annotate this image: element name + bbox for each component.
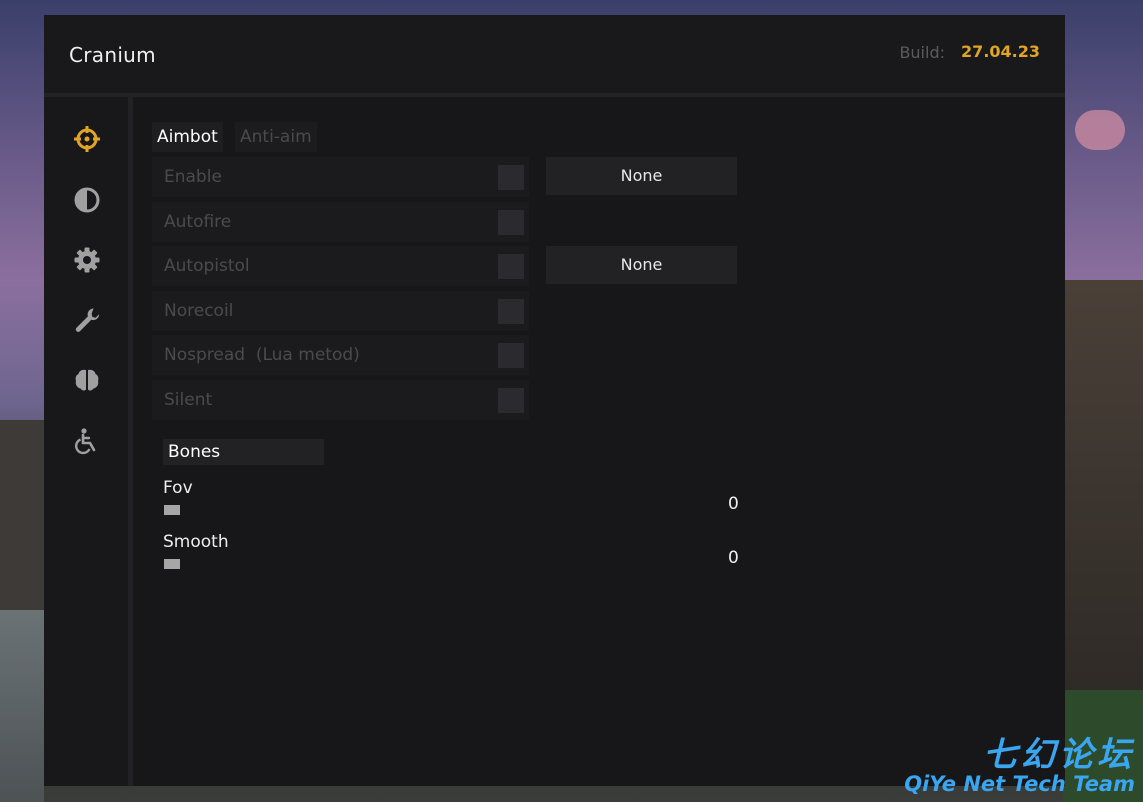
fov-slider[interactable]: [164, 505, 724, 515]
build-version: 27.04.23: [961, 42, 1040, 61]
sidebar-item-settings[interactable]: [72, 245, 102, 275]
tab-anti-aim[interactable]: Anti-aim: [235, 122, 317, 152]
bones-button[interactable]: Bones: [163, 439, 324, 465]
smooth-slider[interactable]: [164, 559, 724, 569]
gear-icon: [74, 247, 100, 273]
autofire-checkbox[interactable]: [498, 210, 524, 235]
aimbot-panel: Aimbot Anti-aim Enable Autofire Autopist…: [152, 122, 1065, 786]
tab-aimbot[interactable]: Aimbot: [152, 122, 223, 152]
accessibility-icon: [75, 428, 96, 455]
option-row-autopistol[interactable]: Autopistol: [152, 246, 529, 286]
brain-icon: [75, 369, 99, 391]
watermark-english: QiYe Net Tech Team: [904, 772, 1135, 796]
fov-slider-fill: [164, 505, 180, 515]
crosshair-icon: [74, 126, 100, 152]
background-cloud: [1075, 110, 1125, 150]
sidebar-item-aimbot[interactable]: [72, 124, 102, 154]
build-label: Build:: [899, 43, 945, 62]
smooth-value: 0: [728, 548, 739, 568]
smooth-label: Smooth: [163, 532, 229, 552]
fov-label: Fov: [163, 478, 193, 498]
sidebar-item-lua[interactable]: [72, 365, 102, 395]
option-row-nospread[interactable]: Nospread (Lua metod): [152, 335, 529, 375]
smooth-slider-fill: [164, 559, 180, 569]
cheat-menu-window: Cranium Build: 27.04.23 Aimbot Anti-aim …: [44, 15, 1065, 786]
option-label: Norecoil: [164, 301, 234, 321]
autopistol-checkbox[interactable]: [498, 254, 524, 279]
fov-value: 0: [728, 494, 739, 514]
nospread-checkbox[interactable]: [498, 343, 524, 368]
background-ground: [0, 610, 44, 802]
titlebar[interactable]: Cranium Build: 27.04.23: [44, 15, 1065, 97]
option-label: Silent: [164, 390, 213, 410]
forum-watermark: 七幻论坛 QiYe Net Tech Team: [904, 727, 1135, 796]
background-wall-right: [1063, 280, 1143, 700]
sidebar-item-players[interactable]: [72, 426, 102, 456]
sidebar-item-misc[interactable]: [72, 305, 102, 335]
norecoil-checkbox[interactable]: [498, 299, 524, 324]
contrast-icon: [74, 187, 100, 213]
option-label: Autopistol: [164, 256, 250, 276]
watermark-chinese: 七幻论坛: [983, 735, 1135, 775]
option-row-autofire[interactable]: Autofire: [152, 202, 529, 242]
sidebar: [44, 97, 133, 786]
option-row-enable[interactable]: Enable: [152, 157, 529, 197]
option-label: Enable: [164, 167, 222, 187]
option-label: Nospread (Lua metod): [164, 345, 360, 365]
option-row-norecoil[interactable]: Norecoil: [152, 291, 529, 331]
sidebar-item-visuals[interactable]: [72, 185, 102, 215]
enable-keybind-button[interactable]: None: [546, 157, 737, 195]
enable-checkbox[interactable]: [498, 165, 524, 190]
autopistol-keybind-button[interactable]: None: [546, 246, 737, 284]
app-title: Cranium: [69, 43, 156, 67]
wrench-icon: [75, 308, 100, 332]
silent-checkbox[interactable]: [498, 388, 524, 413]
option-row-silent[interactable]: Silent: [152, 380, 529, 420]
option-label: Autofire: [164, 212, 232, 232]
